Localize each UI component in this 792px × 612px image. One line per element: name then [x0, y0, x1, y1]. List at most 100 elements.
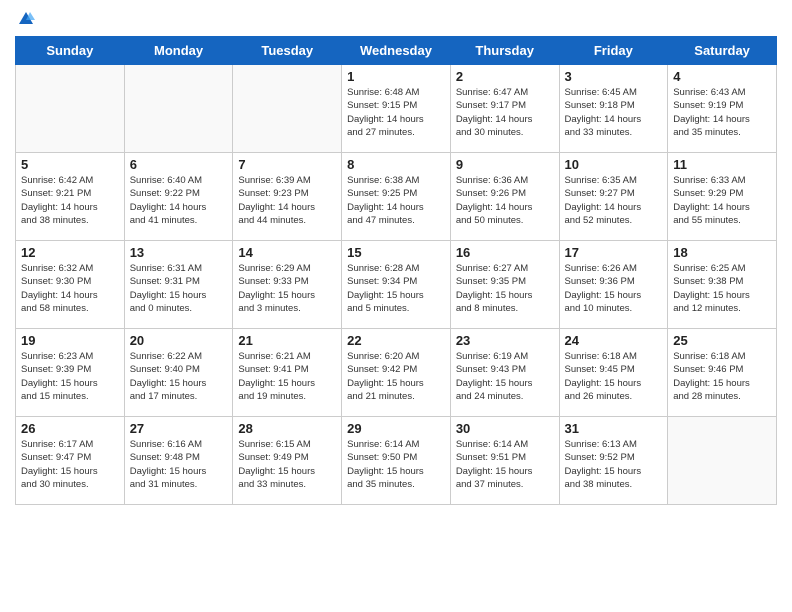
weekday-header-wednesday: Wednesday [342, 37, 451, 65]
weekday-header-thursday: Thursday [450, 37, 559, 65]
calendar-cell: 25 Sunrise: 6:18 AMSunset: 9:46 PMDayligh… [668, 329, 777, 417]
calendar-cell: 16Sunrise: 6:27 AMSunset: 9:35 PMDayligh… [450, 241, 559, 329]
day-info: Sunrise: 6:36 AMSunset: 9:26 PMDaylight:… [456, 174, 554, 227]
day-info: Sunrise: 6:33 AMSunset: 9:29 PMDaylight:… [673, 174, 771, 227]
day-number: 27 [130, 421, 228, 436]
day-info: Sunrise: 6:26 AMSunset: 9:36 PMDaylight:… [565, 262, 663, 315]
day-number: 16 [456, 245, 554, 260]
calendar-week-row: 1 Sunrise: 6:48 AMSunset: 9:15 PMDaylight… [16, 65, 777, 153]
logo-icon [17, 10, 35, 28]
day-info: Sunrise: 6:21 AMSunset: 9:41 PMDaylight:… [238, 350, 336, 403]
calendar-cell: 14Sunrise: 6:29 AMSunset: 9:33 PMDayligh… [233, 241, 342, 329]
day-info: Sunrise: 6:16 AMSunset: 9:48 PMDaylight:… [130, 438, 228, 491]
day-info: Sunrise: 6:14 AMSunset: 9:51 PMDaylight:… [456, 438, 554, 491]
calendar-cell [16, 65, 125, 153]
day-number: 15 [347, 245, 445, 260]
day-number: 13 [130, 245, 228, 260]
day-info: Sunrise: 6:43 AMSunset: 9:19 PMDaylight:… [673, 86, 771, 139]
day-number: 21 [238, 333, 336, 348]
calendar-table: SundayMondayTuesdayWednesdayThursdayFrid… [15, 36, 777, 505]
calendar-week-row: 12 Sunrise: 6:32 AMSunset: 9:30 PMDayligh… [16, 241, 777, 329]
calendar-cell: 4 Sunrise: 6:43 AMSunset: 9:19 PMDaylight… [668, 65, 777, 153]
day-info: Sunrise: 6:13 AMSunset: 9:52 PMDaylight:… [565, 438, 663, 491]
day-number: 22 [347, 333, 445, 348]
calendar-cell: 11 Sunrise: 6:33 AMSunset: 9:29 PMDayligh… [668, 153, 777, 241]
day-info: Sunrise: 6:35 AMSunset: 9:27 PMDaylight:… [565, 174, 663, 227]
calendar-cell: 22 Sunrise: 6:20 AMSunset: 9:42 PMDayligh… [342, 329, 451, 417]
day-info: Sunrise: 6:48 AMSunset: 9:15 PMDaylight:… [347, 86, 445, 139]
calendar-cell: 5Sunrise: 6:42 AMSunset: 9:21 PMDaylight… [16, 153, 125, 241]
day-info: Sunrise: 6:23 AMSunset: 9:39 PMDaylight:… [21, 350, 119, 403]
calendar-cell: 3 Sunrise: 6:45 AMSunset: 9:18 PMDaylight… [559, 65, 668, 153]
day-number: 25 [673, 333, 771, 348]
calendar-cell: 8Sunrise: 6:38 AMSunset: 9:25 PMDaylight… [342, 153, 451, 241]
day-info: Sunrise: 6:15 AMSunset: 9:49 PMDaylight:… [238, 438, 336, 491]
calendar-cell: 30 Sunrise: 6:14 AMSunset: 9:51 PMDayligh… [450, 417, 559, 505]
calendar-cell: 15 Sunrise: 6:28 AMSunset: 9:34 PMDayligh… [342, 241, 451, 329]
calendar-cell: 10 Sunrise: 6:35 AMSunset: 9:27 PMDayligh… [559, 153, 668, 241]
calendar-cell: 19Sunrise: 6:23 AMSunset: 9:39 PMDayligh… [16, 329, 125, 417]
day-number: 9 [456, 157, 554, 172]
calendar-cell: 12 Sunrise: 6:32 AMSunset: 9:30 PMDayligh… [16, 241, 125, 329]
day-info: Sunrise: 6:18 AMSunset: 9:46 PMDaylight:… [673, 350, 771, 403]
day-info: Sunrise: 6:25 AMSunset: 9:38 PMDaylight:… [673, 262, 771, 315]
weekday-header-saturday: Saturday [668, 37, 777, 65]
day-info: Sunrise: 6:31 AMSunset: 9:31 PMDaylight:… [130, 262, 228, 315]
calendar-cell: 21 Sunrise: 6:21 AMSunset: 9:41 PMDayligh… [233, 329, 342, 417]
calendar-cell: 17Sunrise: 6:26 AMSunset: 9:36 PMDayligh… [559, 241, 668, 329]
day-number: 24 [565, 333, 663, 348]
calendar-page: SundayMondayTuesdayWednesdayThursdayFrid… [0, 0, 792, 612]
day-number: 12 [21, 245, 119, 260]
day-number: 26 [21, 421, 119, 436]
day-info: Sunrise: 6:45 AMSunset: 9:18 PMDaylight:… [565, 86, 663, 139]
day-number: 3 [565, 69, 663, 84]
day-number: 10 [565, 157, 663, 172]
day-info: Sunrise: 6:39 AMSunset: 9:23 PMDaylight:… [238, 174, 336, 227]
day-number: 30 [456, 421, 554, 436]
day-info: Sunrise: 6:18 AMSunset: 9:45 PMDaylight:… [565, 350, 663, 403]
weekday-header-sunday: Sunday [16, 37, 125, 65]
day-number: 6 [130, 157, 228, 172]
calendar-cell: 23Sunrise: 6:19 AMSunset: 9:43 PMDayligh… [450, 329, 559, 417]
day-info: Sunrise: 6:32 AMSunset: 9:30 PMDaylight:… [21, 262, 119, 315]
day-info: Sunrise: 6:14 AMSunset: 9:50 PMDaylight:… [347, 438, 445, 491]
calendar-week-row: 19Sunrise: 6:23 AMSunset: 9:39 PMDayligh… [16, 329, 777, 417]
header [15, 10, 777, 28]
day-info: Sunrise: 6:40 AMSunset: 9:22 PMDaylight:… [130, 174, 228, 227]
calendar-cell: 9 Sunrise: 6:36 AMSunset: 9:26 PMDaylight… [450, 153, 559, 241]
weekday-header-friday: Friday [559, 37, 668, 65]
calendar-cell: 27 Sunrise: 6:16 AMSunset: 9:48 PMDayligh… [124, 417, 233, 505]
calendar-cell [668, 417, 777, 505]
calendar-cell: 6 Sunrise: 6:40 AMSunset: 9:22 PMDaylight… [124, 153, 233, 241]
calendar-cell: 20 Sunrise: 6:22 AMSunset: 9:40 PMDayligh… [124, 329, 233, 417]
day-number: 1 [347, 69, 445, 84]
calendar-cell: 26Sunrise: 6:17 AMSunset: 9:47 PMDayligh… [16, 417, 125, 505]
calendar-cell [233, 65, 342, 153]
day-info: Sunrise: 6:38 AMSunset: 9:25 PMDaylight:… [347, 174, 445, 227]
day-number: 28 [238, 421, 336, 436]
day-number: 18 [673, 245, 771, 260]
weekday-header-row: SundayMondayTuesdayWednesdayThursdayFrid… [16, 37, 777, 65]
day-number: 20 [130, 333, 228, 348]
calendar-cell: 13 Sunrise: 6:31 AMSunset: 9:31 PMDayligh… [124, 241, 233, 329]
day-info: Sunrise: 6:20 AMSunset: 9:42 PMDaylight:… [347, 350, 445, 403]
calendar-cell: 31 Sunrise: 6:13 AMSunset: 9:52 PMDayligh… [559, 417, 668, 505]
day-number: 5 [21, 157, 119, 172]
day-info: Sunrise: 6:29 AMSunset: 9:33 PMDaylight:… [238, 262, 336, 315]
day-number: 23 [456, 333, 554, 348]
day-number: 4 [673, 69, 771, 84]
calendar-cell: 29Sunrise: 6:14 AMSunset: 9:50 PMDayligh… [342, 417, 451, 505]
day-info: Sunrise: 6:28 AMSunset: 9:34 PMDaylight:… [347, 262, 445, 315]
logo [15, 10, 35, 28]
weekday-header-monday: Monday [124, 37, 233, 65]
day-number: 7 [238, 157, 336, 172]
day-info: Sunrise: 6:22 AMSunset: 9:40 PMDaylight:… [130, 350, 228, 403]
calendar-cell: 24 Sunrise: 6:18 AMSunset: 9:45 PMDayligh… [559, 329, 668, 417]
calendar-cell: 18 Sunrise: 6:25 AMSunset: 9:38 PMDayligh… [668, 241, 777, 329]
weekday-header-tuesday: Tuesday [233, 37, 342, 65]
calendar-week-row: 26Sunrise: 6:17 AMSunset: 9:47 PMDayligh… [16, 417, 777, 505]
calendar-cell: 1 Sunrise: 6:48 AMSunset: 9:15 PMDaylight… [342, 65, 451, 153]
day-number: 11 [673, 157, 771, 172]
day-number: 31 [565, 421, 663, 436]
day-number: 2 [456, 69, 554, 84]
